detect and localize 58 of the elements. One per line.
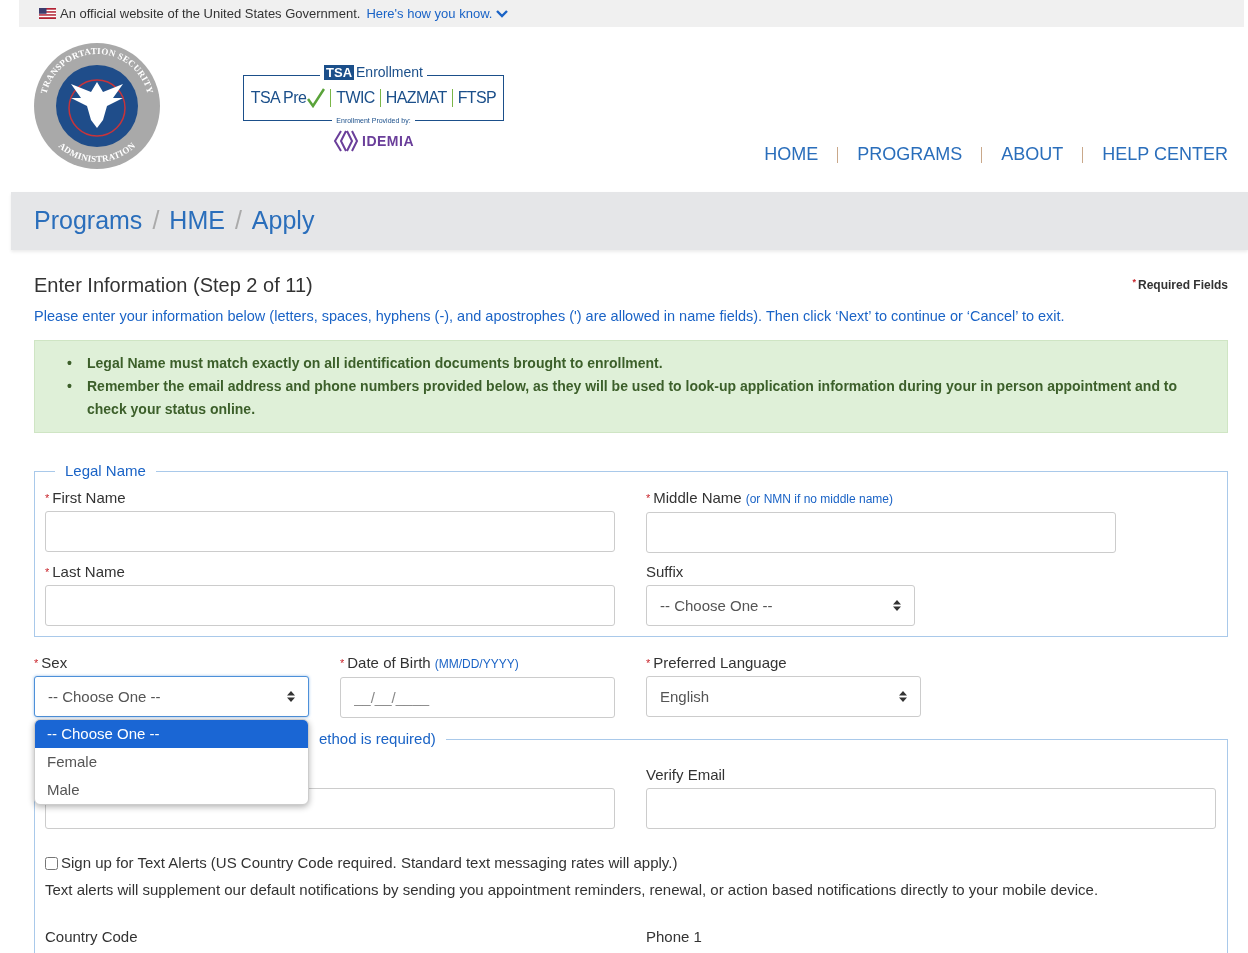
gov-banner-text: An official website of the United States Government.	[60, 4, 361, 23]
text-alerts-checkbox[interactable]	[45, 856, 58, 870]
provider-name: IDEMIA	[362, 131, 414, 151]
section-legend: ethod is required)	[309, 728, 446, 751]
dropdown-option[interactable]: Female	[35, 748, 308, 777]
field-label: * Last Name	[45, 562, 126, 583]
sort-arrows-icon	[899, 691, 907, 703]
field-label: Country Code	[45, 926, 139, 947]
field-label: * Date of Birth (MM/DD/YYYY)	[340, 653, 520, 674]
bullet-mark: •	[67, 376, 73, 396]
input-field[interactable]	[45, 511, 615, 553]
field-label: Suffix	[646, 562, 685, 583]
sort-arrows-icon	[893, 600, 901, 612]
page-title: Enter Information (Step 2 of 11)	[34, 273, 313, 298]
checkmark-icon	[307, 88, 326, 108]
breadcrumb-link[interactable]: Apply	[251, 202, 315, 240]
logo-program-text: TWIC	[336, 88, 375, 108]
nav-link[interactable]: HOME	[764, 141, 819, 168]
logo-badge: TSA	[324, 65, 355, 80]
bullet-mark: •	[67, 353, 73, 373]
chevron-down-icon	[496, 9, 509, 18]
required-fields-note: * Required Fields	[1132, 276, 1228, 294]
field-label: * Middle Name (or NMN if no middle name)	[646, 488, 895, 509]
input-field[interactable]	[646, 787, 1216, 829]
instructions-text: Please enter your information below (letters, spaces, hyphens (-), and apostrophes (') are allowed in name fields). Then click ‘Next’ to continue or ‘Cancel’ to exit.	[34, 307, 1066, 326]
input-field[interactable]	[45, 585, 615, 627]
logo-program-text: HAZMAT	[385, 88, 447, 108]
breadcrumb-separator: /	[152, 205, 160, 237]
logo-program-text: TSA Pre	[250, 88, 307, 108]
logo-program-text: FTSP	[457, 88, 497, 108]
idemia-logo-icon	[333, 130, 359, 152]
nav-link[interactable]: PROGRAMS	[857, 141, 963, 168]
field-label: * First Name	[45, 488, 127, 509]
breadcrumb-link[interactable]: Programs	[34, 202, 143, 240]
how-you-know-link[interactable]: Here's how you know.	[366, 3, 509, 24]
dropdown-option[interactable]: Male	[35, 776, 308, 805]
breadcrumb-separator: /	[234, 205, 242, 237]
input-field[interactable]: __/__/____	[340, 677, 615, 719]
nav-link[interactable]: ABOUT	[1001, 141, 1064, 168]
us-flag-icon	[39, 8, 56, 19]
field-label: * Preferred Language	[646, 653, 788, 674]
field-label: Verify Email	[646, 764, 727, 785]
notice-text: Legal Name must match exactly on all identification documents brought to enrollment.	[87, 353, 663, 373]
text-alerts-description: Text alerts will supplement our default notifications by sending you appointment reminders, renewal, or action based notifications directly to your mobile device.	[45, 880, 1100, 901]
section-legend: Legal Name	[55, 459, 156, 483]
input-field[interactable]	[646, 512, 1116, 554]
select-field[interactable]: -- Choose One --	[646, 585, 915, 627]
logo-title: Enrollment	[356, 63, 423, 82]
nav-link[interactable]: HELP CENTER	[1102, 141, 1228, 168]
select-field[interactable]: -- Choose One --	[34, 676, 309, 718]
notice-text: Remember the email address and phone numbers provided below, as they will be used to look-up application information during your in person appointment and to check your status online.	[87, 376, 1179, 419]
breadcrumb-link[interactable]: HME	[169, 202, 225, 240]
select-field[interactable]: English	[646, 676, 921, 718]
sort-arrows-icon	[287, 691, 295, 703]
checkbox-label: Sign up for Text Alerts (US Country Code required. Standard text messaging rates will apply.)	[61, 852, 678, 873]
field-label: Phone 1	[646, 926, 703, 947]
dropdown-option[interactable]: -- Choose One --	[35, 720, 308, 749]
field-label: * Sex	[34, 653, 69, 674]
